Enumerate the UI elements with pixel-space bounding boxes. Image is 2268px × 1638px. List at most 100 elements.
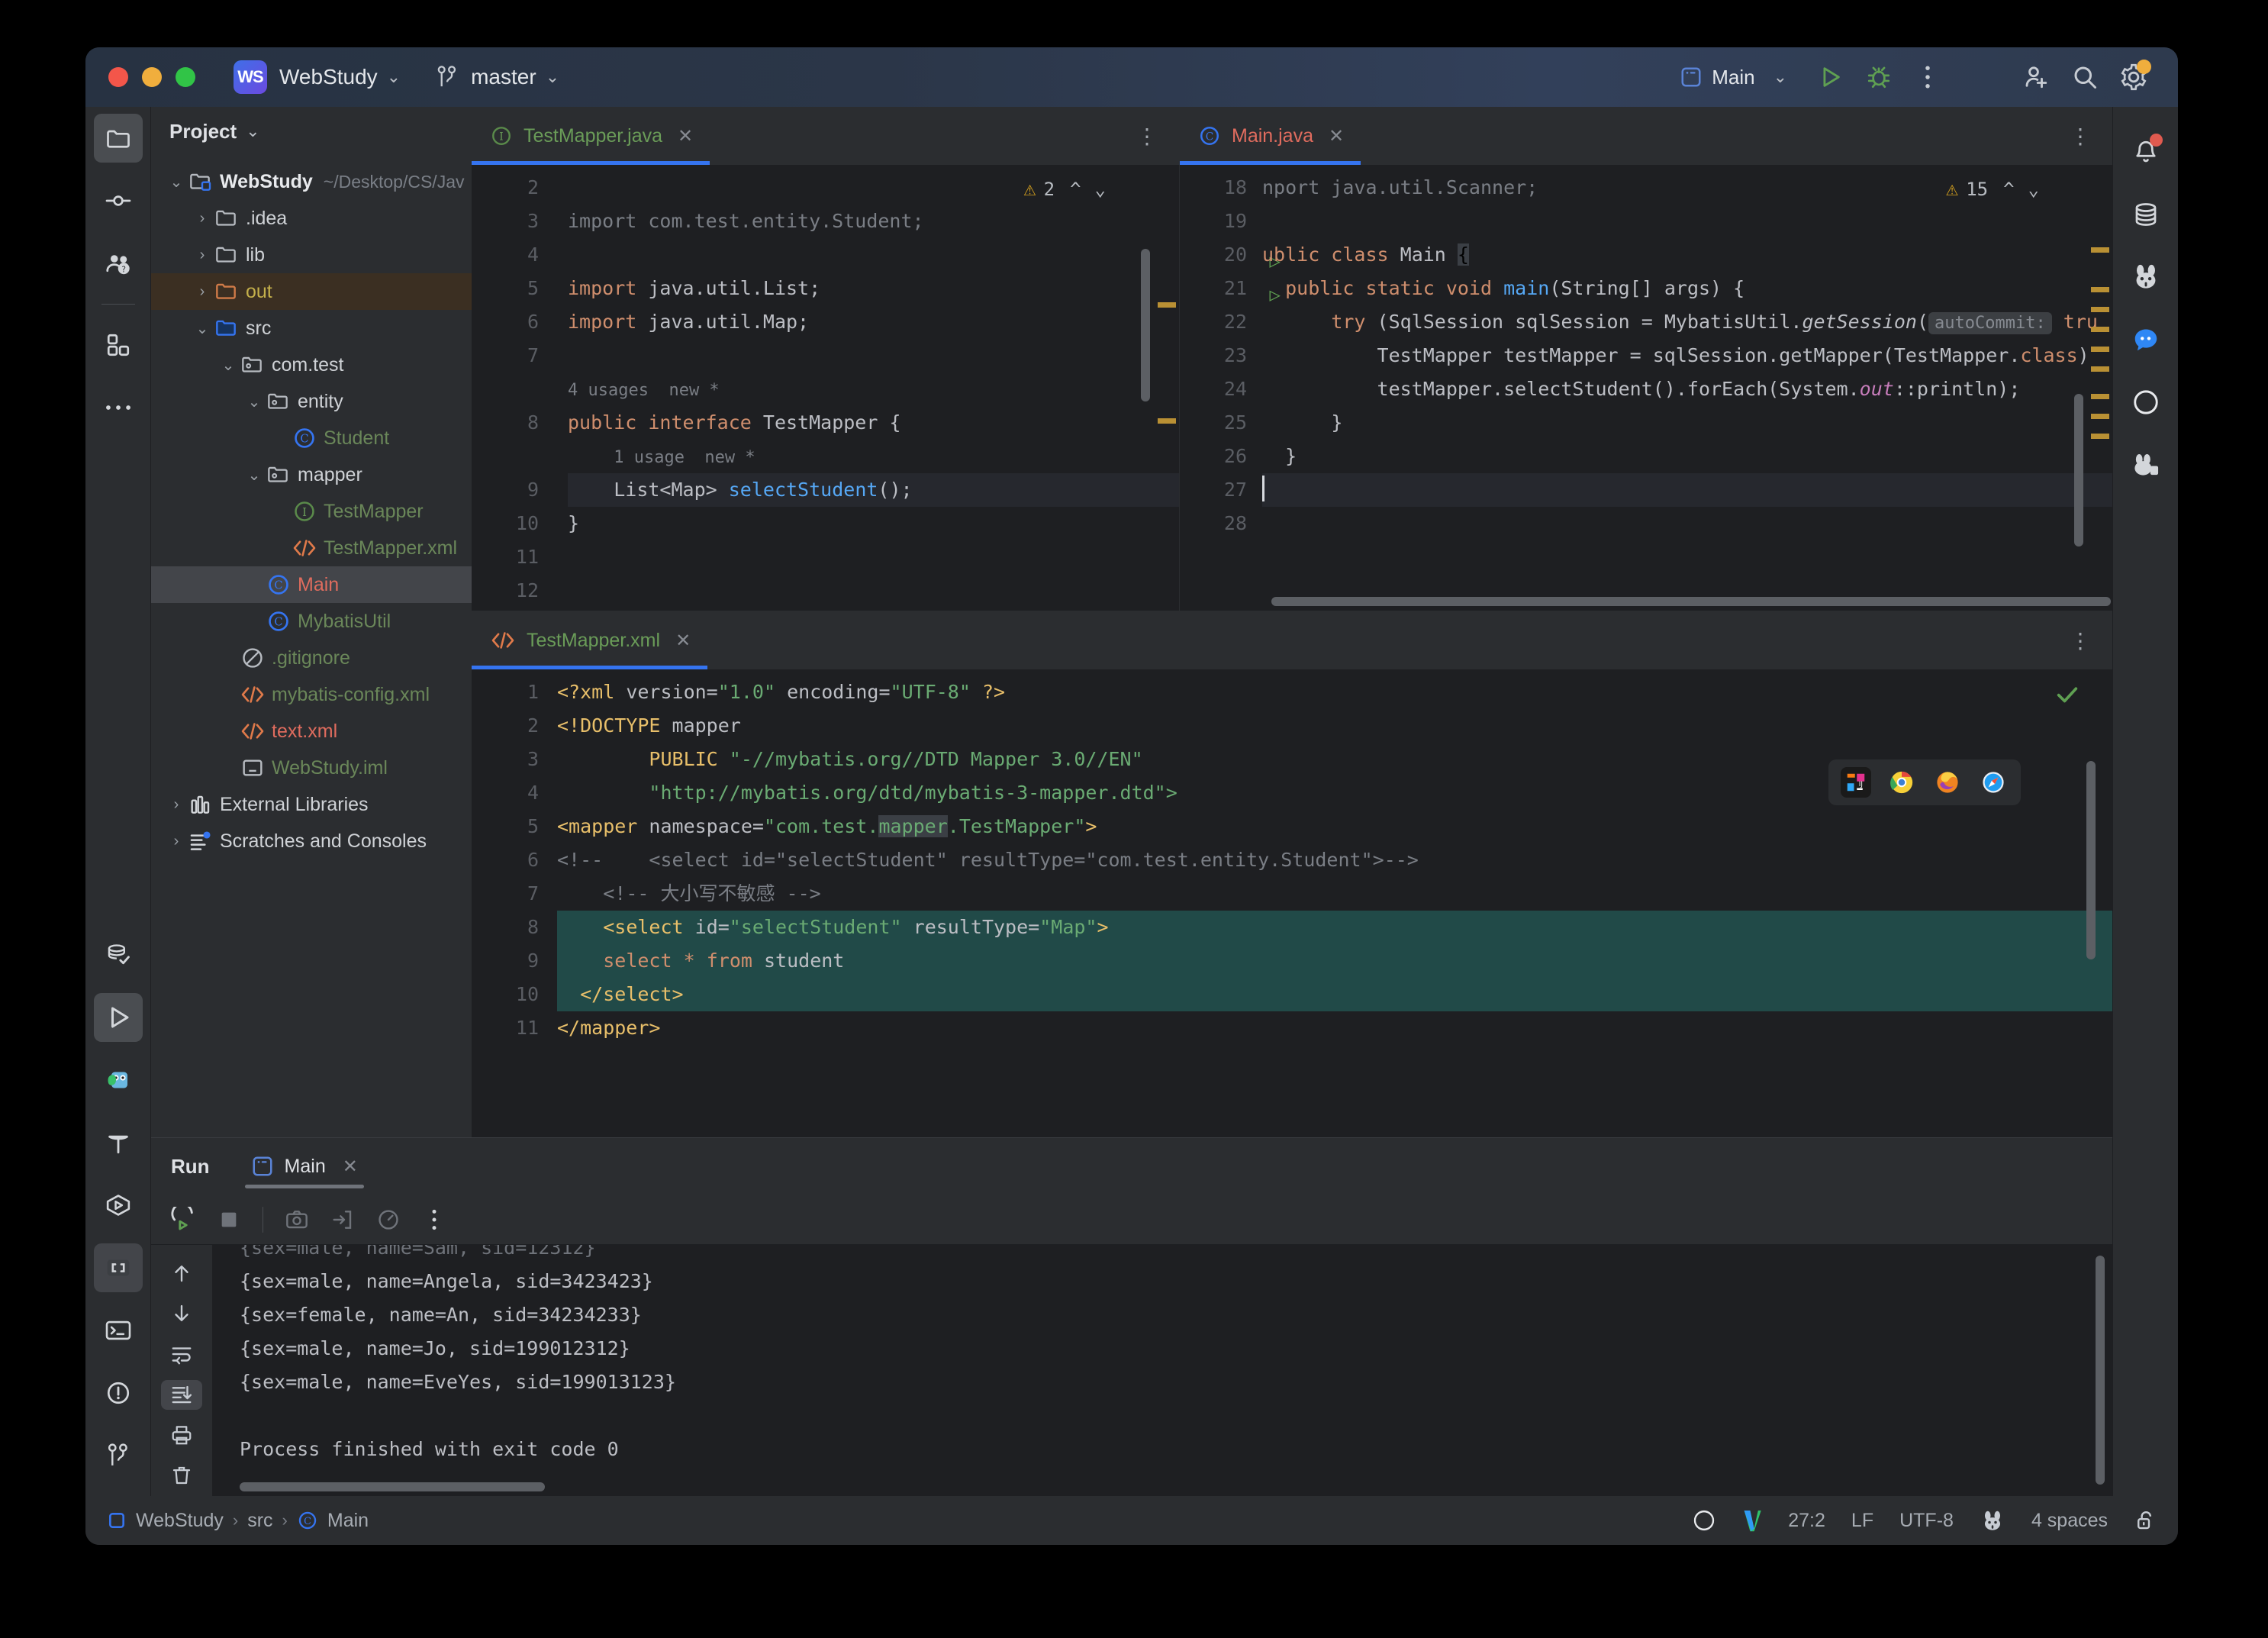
search-icon[interactable]	[2060, 53, 2109, 102]
bunny-secondary-icon[interactable]	[2121, 440, 2170, 489]
openai-icon[interactable]	[2121, 378, 2170, 427]
version-control-tool-button[interactable]	[94, 1431, 143, 1480]
line-separator-label[interactable]: LF	[1851, 1510, 1873, 1532]
console-hscrollbar[interactable]	[240, 1482, 545, 1491]
ai-chat-icon[interactable]	[2121, 315, 2170, 364]
openai-icon[interactable]	[1692, 1508, 1716, 1533]
chrome-icon[interactable]	[1886, 767, 1917, 798]
pull-requests-tool-button[interactable]: ?	[94, 239, 143, 288]
close-icon[interactable]: ✕	[1329, 125, 1344, 147]
ok-check-icon[interactable]	[2054, 682, 2080, 708]
tree-item-testmapper-xml[interactable]: TestMapper.xml	[151, 530, 472, 566]
chevron-down-icon[interactable]: ⌄	[165, 173, 188, 192]
chevron-down-icon[interactable]: ⌄	[191, 319, 214, 338]
inspection-widget-right[interactable]: ⚠ 15 ^ ⌄	[1946, 173, 2039, 206]
export-icon[interactable]	[323, 1200, 362, 1240]
lock-icon[interactable]	[2134, 1509, 2157, 1532]
tree-item-out[interactable]: › out	[151, 273, 472, 310]
tree-item-entity[interactable]: ⌄ entity	[151, 383, 472, 420]
print-icon[interactable]	[161, 1420, 202, 1450]
tree-item-text-xml[interactable]: text.xml	[151, 713, 472, 750]
bunny-icon[interactable]	[1980, 1509, 2005, 1532]
tree-item-webstudy-iml[interactable]: WebStudy.iml	[151, 750, 472, 786]
code-editor-right[interactable]: ⚠ 15 ^ ⌄ 18 19 20 ▷ 21 ▷ 22 23 24 25 26 27 28 nport …	[1180, 165, 2112, 611]
editor-vscrollbar-right[interactable]	[2074, 394, 2083, 547]
chevron-right-icon[interactable]: ›	[191, 210, 214, 227]
tree-item-webstudy[interactable]: ⌄ WebStudy ~/Desktop/CS/Jav	[151, 163, 472, 200]
inspection-widget-left[interactable]: ⚠ 2 ^ ⌄	[1023, 173, 1106, 206]
commit-tool-button[interactable]	[94, 176, 143, 225]
run-configuration-selector[interactable]: Main ⌄	[1669, 61, 1798, 94]
close-icon[interactable]: ✕	[675, 630, 691, 652]
database-tool-button[interactable]	[94, 930, 143, 979]
code-editor-left[interactable]: ⚠ 2 ^ ⌄ 2 3 4 5 6 7 8 9 10 11 12 import com.test.e…	[472, 165, 1179, 611]
rerun-icon[interactable]	[163, 1200, 203, 1240]
more-icon[interactable]	[414, 1200, 454, 1240]
console-output[interactable]: {sex=male, name=Sam, sid=12312} {sex=mal…	[212, 1245, 2112, 1496]
tree-item--gitignore[interactable]: .gitignore	[151, 640, 472, 676]
add-user-icon[interactable]	[2012, 53, 2060, 102]
scroll-up-icon[interactable]	[161, 1258, 202, 1288]
chevron-right-icon[interactable]: ›	[191, 283, 214, 301]
editor-vscrollbar-xml[interactable]	[2086, 761, 2096, 959]
chevron-down-icon[interactable]: ⌄	[387, 67, 401, 87]
prev-problem-icon[interactable]: ^	[2003, 173, 2014, 206]
go-plugin-icon[interactable]	[94, 1056, 143, 1104]
maximize-window-button[interactable]	[176, 67, 195, 87]
console-vscrollbar[interactable]	[2096, 1256, 2105, 1485]
tree-item-mybatis-config-xml[interactable]: mybatis-config.xml	[151, 676, 472, 713]
debug-icon[interactable]	[1854, 53, 1903, 102]
breadcrumb-project[interactable]: WebStudy	[136, 1510, 224, 1532]
settings-icon[interactable]	[2109, 53, 2158, 102]
bunny-ai-icon[interactable]	[2121, 253, 2170, 301]
scroll-down-icon[interactable]	[161, 1298, 202, 1328]
minimize-window-button[interactable]	[142, 67, 162, 87]
tab-testmapper-java[interactable]: I TestMapper.java ✕	[472, 107, 710, 165]
branch-selector[interactable]: master ⌄	[436, 64, 559, 90]
build-tool-button[interactable]	[94, 1118, 143, 1167]
camera-icon[interactable]	[277, 1200, 317, 1240]
code-editor-xml[interactable]: 1 2 3 4 5 6 7 8 9 10 11 <?xml version="1.0" encodi…	[472, 669, 2112, 1153]
safari-icon[interactable]	[1978, 767, 2009, 798]
soft-wrap-icon[interactable]	[161, 1339, 202, 1369]
intellij-icon[interactable]: IJ	[1841, 767, 1871, 798]
scroll-to-end-icon[interactable]	[161, 1379, 202, 1410]
tree-item-external-libraries[interactable]: › External Libraries	[151, 786, 472, 823]
chevron-down-icon[interactable]: ⌄	[243, 466, 266, 485]
tree-item-mybatisutil[interactable]: C MybatisUtil	[151, 603, 472, 640]
breadcrumb-class[interactable]: Main	[327, 1510, 369, 1532]
problems-tool-button[interactable]	[94, 1369, 143, 1417]
notifications-icon[interactable]	[2121, 127, 2170, 176]
run-tool-button[interactable]	[93, 993, 143, 1042]
v-icon[interactable]	[1742, 1508, 1762, 1533]
database-icon[interactable]	[2121, 190, 2170, 239]
chevron-down-icon[interactable]: ⌄	[246, 121, 259, 141]
next-problem-icon[interactable]: ⌄	[1095, 173, 1106, 206]
tab-testmapper-xml[interactable]: TestMapper.xml ✕	[472, 611, 708, 669]
encoding-label[interactable]: UTF-8	[1899, 1510, 1954, 1532]
chevron-right-icon[interactable]: ›	[191, 247, 214, 264]
structure-tool-button[interactable]	[94, 321, 143, 369]
caret-position-label[interactable]: 27:2	[1788, 1510, 1825, 1532]
tree-item-student[interactable]: C Student	[151, 420, 472, 456]
tree-item-mapper[interactable]: ⌄ mapper	[151, 456, 472, 493]
project-tree[interactable]: ⌄ WebStudy ~/Desktop/CS/Jav › .idea › lib › out ⌄…	[151, 156, 472, 1186]
next-problem-icon[interactable]: ⌄	[2028, 173, 2039, 206]
editor-options-icon[interactable]: ⋮	[2070, 124, 2112, 149]
editor-options-icon[interactable]: ⋮	[1136, 124, 1179, 149]
chevron-right-icon[interactable]: ›	[165, 833, 188, 850]
stop-icon[interactable]	[209, 1200, 249, 1240]
more-tool-windows-icon[interactable]	[94, 383, 143, 432]
close-icon[interactable]: ✕	[343, 1156, 358, 1178]
prev-problem-icon[interactable]: ^	[1070, 173, 1081, 206]
tree-item--idea[interactable]: › .idea	[151, 200, 472, 237]
run-icon[interactable]	[1806, 53, 1854, 102]
indent-label[interactable]: 4 spaces	[2031, 1510, 2108, 1532]
profiler-icon[interactable]	[369, 1200, 408, 1240]
project-tool-button[interactable]	[93, 114, 143, 163]
tree-item-lib[interactable]: › lib	[151, 237, 472, 273]
breadcrumb-src[interactable]: src	[247, 1510, 272, 1532]
tree-item-com-test[interactable]: ⌄ com.test	[151, 347, 472, 383]
close-icon[interactable]: ✕	[678, 125, 693, 147]
editor-vscrollbar-left[interactable]	[1141, 249, 1150, 401]
